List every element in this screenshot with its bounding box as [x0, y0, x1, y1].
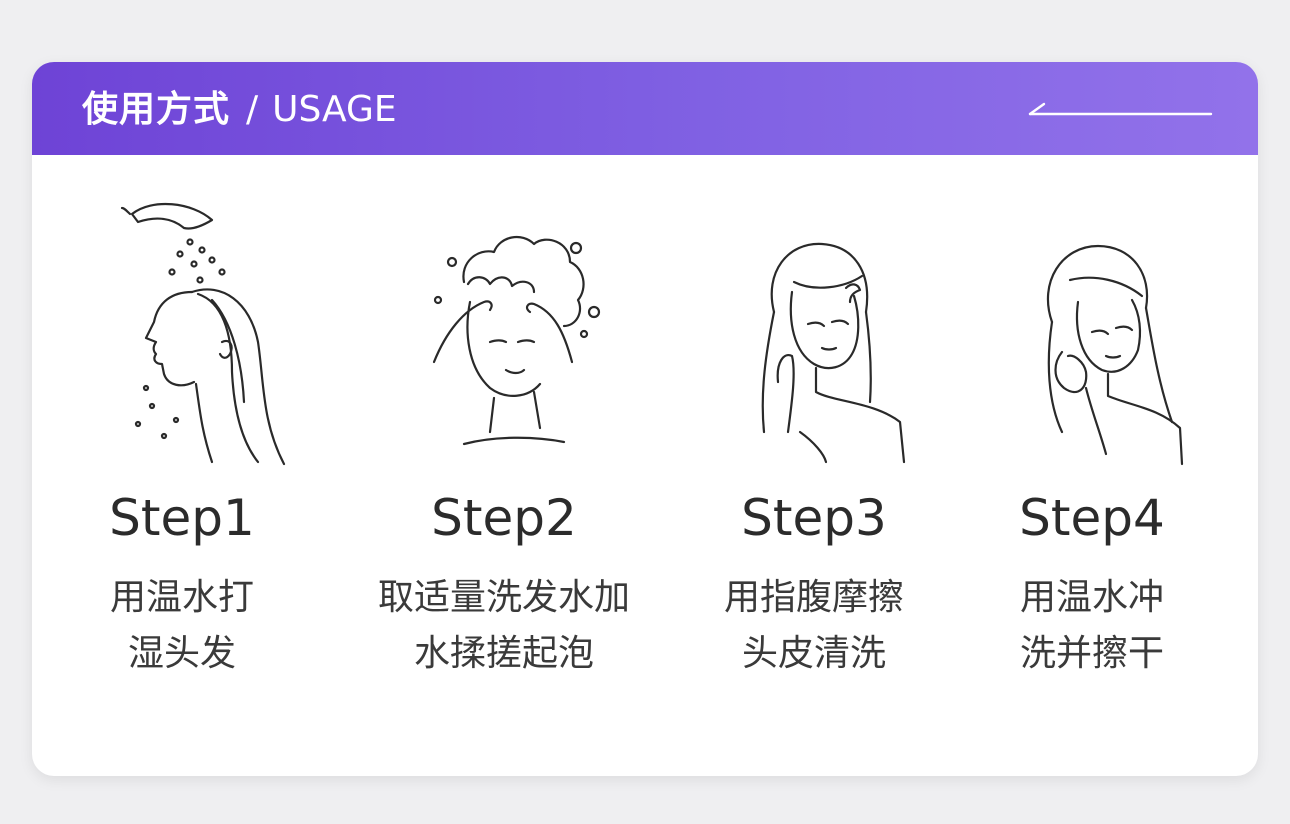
step-2-desc-line-2: 水揉搓起泡 — [413, 633, 594, 674]
step-3-desc-line-1: 用指腹摩擦 — [723, 577, 904, 618]
scalp-massage-icon — [761, 242, 906, 464]
lather-shampoo-icon — [432, 235, 601, 446]
step-1: Step1 用温水打 湿头发 — [32, 192, 332, 752]
step-4-description: 用温水冲 洗并擦干 — [942, 570, 1242, 682]
step-3-label: Step3 — [741, 489, 887, 547]
step-2-desc-line-1: 取适量洗发水加 — [377, 577, 630, 618]
step-2-description: 取适量洗发水加 水揉搓起泡 — [354, 570, 654, 682]
header-title-en: USAGE — [272, 89, 397, 130]
step-4-desc-line-2: 洗并擦干 — [1019, 633, 1164, 674]
header-title-zh: 使用方式 — [82, 89, 231, 130]
usage-header: 使用方式 / USAGE — [32, 62, 1258, 155]
step-2: Step2 取适量洗发水加 水揉搓起泡 — [354, 192, 654, 752]
step-3-desc-line-2: 头皮清洗 — [741, 633, 886, 674]
step-1-label: Step1 — [109, 489, 255, 547]
step-1-desc-line-2: 湿头发 — [127, 633, 236, 674]
shower-wet-hair-icon — [120, 202, 286, 466]
step-1-description: 用温水打 湿头发 — [32, 570, 332, 682]
step-4-desc-line-1: 用温水冲 — [1019, 577, 1164, 618]
left-arrow-icon — [1028, 102, 1213, 116]
usage-card: 使用方式 / USAGE Step1 用温水打 湿头发 Step2 取适量洗发水… — [32, 62, 1258, 776]
step-2-label: Step2 — [431, 489, 577, 547]
rinse-dry-icon — [1046, 244, 1184, 466]
step-4-label: Step4 — [1019, 489, 1165, 547]
step-4: Step4 用温水冲 洗并擦干 — [942, 192, 1242, 752]
header-separator: / — [246, 89, 259, 130]
step-1-desc-line-1: 用温水打 — [109, 577, 254, 618]
step-3: Step3 用指腹摩擦 头皮清洗 — [664, 192, 964, 752]
step-3-description: 用指腹摩擦 头皮清洗 — [664, 570, 964, 682]
header-title: 使用方式 / USAGE — [82, 86, 397, 134]
